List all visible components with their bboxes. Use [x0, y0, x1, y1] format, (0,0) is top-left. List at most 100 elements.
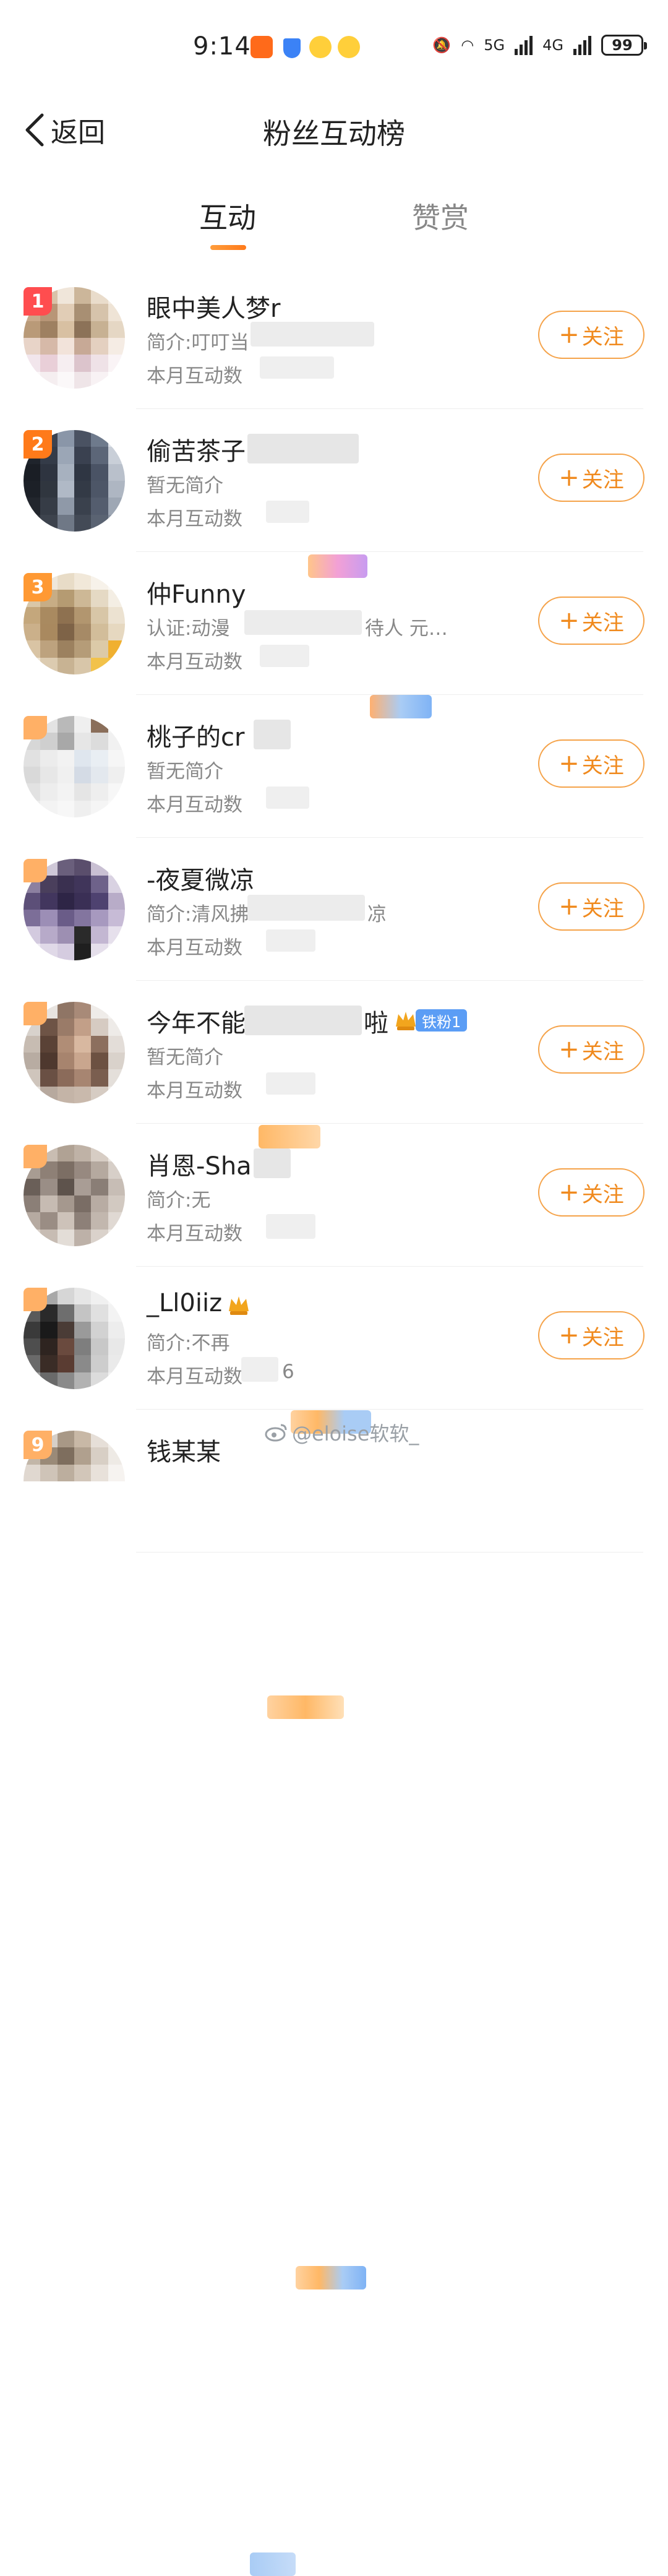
follow-button[interactable]: + 关注 [538, 882, 644, 931]
crown-icon [393, 1008, 418, 1033]
header: 返回 粉丝互动榜 [0, 93, 668, 161]
follow-button[interactable]: + 关注 [538, 597, 644, 645]
follow-button[interactable]: + 关注 [538, 454, 644, 502]
fan-name[interactable]: 钱某某 [147, 1432, 221, 1468]
list-item[interactable]: 3 仲Funny 认证:动漫 待人 元… 本月互动数 + 关注 [0, 552, 668, 1148]
follow-button[interactable]: + 关注 [538, 739, 644, 788]
redacted-area [266, 786, 309, 809]
redacted-area [247, 434, 359, 463]
fan-bio: 简介:清风拂 [147, 903, 249, 926]
fan-bio: 认证:动漫 [147, 618, 230, 640]
redacted-area [244, 610, 362, 635]
follow-label: 关注 [581, 1039, 624, 1064]
rank-badge [24, 1145, 47, 1168]
redacted-area [266, 1072, 315, 1095]
fan-bio: 简介:无 [147, 1189, 211, 1212]
crown-icon [226, 1293, 251, 1317]
list-item[interactable]: 2 偷苦茶子 暂无简介 本月互动数 + 关注 [0, 409, 668, 718]
fan-name[interactable]: -夜夏微凉 [147, 860, 254, 896]
fan-name[interactable]: 今年不能 [147, 1003, 246, 1039]
signal-icon [515, 35, 533, 55]
fan-name[interactable]: _Ll0iiz [147, 1289, 222, 1317]
interaction-count-label: 本月互动数 [147, 508, 242, 530]
fan-bio: 暂无简介 [147, 475, 223, 497]
redacted-area [247, 895, 365, 921]
rank-badge: 3 [24, 573, 52, 601]
list-item[interactable]: 肖恩-Sha 简介:无 本月互动数 + 关注 [0, 1124, 668, 2290]
network-4g-label: 4G [542, 37, 563, 54]
redacted-area [260, 356, 334, 379]
rank-badge [24, 1002, 47, 1025]
taobao-icon [250, 36, 273, 58]
plus-icon: + [559, 1178, 580, 1207]
interaction-count-label: 本月互动数 [147, 365, 242, 387]
level-badge [250, 2552, 296, 2576]
list-item[interactable]: _Ll0iiz 简介:不再 本月互动数 6 + 关注 [0, 1267, 668, 2576]
fan-name[interactable]: 眼中美人梦r [147, 288, 280, 324]
fan-name-tail: 啦 [364, 1009, 388, 1038]
redacted-area [254, 720, 291, 749]
rank-badge: 2 [24, 430, 52, 459]
fan-bio-tail: 待人 元… [365, 618, 448, 640]
follow-button[interactable]: + 关注 [538, 311, 644, 359]
plus-icon: + [559, 321, 580, 349]
rank-badge [24, 716, 47, 739]
page-title: 粉丝互动榜 [263, 117, 405, 150]
watermark: @eloise软软_ [265, 1418, 419, 1447]
plus-icon: + [559, 1035, 580, 1064]
interaction-count-label: 本月互动数 [147, 937, 242, 959]
weibo-logo-icon [265, 1424, 287, 1442]
list-item[interactable]: 今年不能 啦 铁粉1 暂无简介 本月互动数 + 关注 [0, 981, 668, 1124]
active-tab-indicator [210, 245, 246, 250]
interaction-count-label: 本月互动数 [147, 651, 242, 673]
signal-icon-2 [573, 35, 591, 55]
weibo-icon-2 [338, 36, 360, 58]
follow-button[interactable]: + 关注 [538, 1025, 644, 1074]
list-item[interactable]: 桃子的cr 暂无简介 本月互动数 + 关注 [0, 695, 668, 1434]
follow-label: 关注 [581, 324, 624, 350]
plus-icon: + [559, 606, 580, 635]
list-item[interactable]: -夜夏微凉 简介:清风拂 凉 本月互动数 + 关注 [0, 838, 668, 1719]
fan-name[interactable]: 肖恩-Sha [147, 1146, 252, 1182]
redacted-area [266, 929, 315, 952]
interaction-count-label: 本月互动数 [147, 1080, 242, 1102]
battery-indicator: 99 [601, 35, 647, 56]
follow-label: 关注 [581, 753, 624, 778]
fan-bio: 简介:叮叮当 [147, 332, 249, 354]
tab-bar: 互动 赞赏 [0, 186, 668, 260]
tab-reward[interactable]: 赞赏 [412, 196, 469, 236]
follow-label: 关注 [581, 467, 624, 493]
interaction-count-tail: 6 [282, 1361, 294, 1383]
fan-bio: 简介:不再 [147, 1332, 230, 1355]
redacted-area [254, 1148, 291, 1178]
fan-list: 1 眼中美人梦r 简介:叮叮当 本月互动数 + 关注 2 偷苦茶子 暂无简介 本… [0, 266, 668, 2576]
fan-name[interactable]: 仲Funny [147, 574, 246, 610]
list-item[interactable]: 1 眼中美人梦r 简介:叮叮当 本月互动数 + 关注 [0, 266, 668, 578]
follow-label: 关注 [581, 1182, 624, 1207]
status-indicators: 🔕 ◠ 5G 4G 99 [432, 35, 647, 56]
weibo-icon [309, 36, 332, 58]
redacted-area [260, 645, 309, 667]
rank-badge: 9 [24, 1431, 52, 1459]
tab-interaction[interactable]: 互动 [199, 196, 256, 236]
redacted-area [266, 1214, 315, 1239]
redacted-area [244, 1006, 362, 1035]
follow-button[interactable]: + 关注 [538, 1168, 644, 1217]
interaction-count-label: 本月互动数 [147, 1366, 242, 1388]
level-badge [296, 2266, 366, 2290]
follow-label: 关注 [581, 1325, 624, 1350]
fan-bio: 暂无简介 [147, 1046, 223, 1069]
plus-icon: + [559, 1321, 580, 1350]
rank-badge: 1 [24, 287, 52, 316]
follow-label: 关注 [581, 896, 624, 921]
plus-icon: + [559, 749, 580, 778]
fan-name[interactable]: 桃子的cr [147, 717, 244, 753]
fan-name[interactable]: 偷苦茶子 [147, 431, 246, 467]
follow-button[interactable]: + 关注 [538, 1311, 644, 1359]
watermark-text: @eloise软软_ [292, 1422, 419, 1445]
wifi-icon: ◠ [461, 37, 474, 54]
shield-icon [283, 38, 301, 58]
fan-bio: 暂无简介 [147, 760, 223, 783]
plus-icon: + [559, 463, 580, 492]
fan-bio-tail: 凉 [367, 903, 387, 926]
